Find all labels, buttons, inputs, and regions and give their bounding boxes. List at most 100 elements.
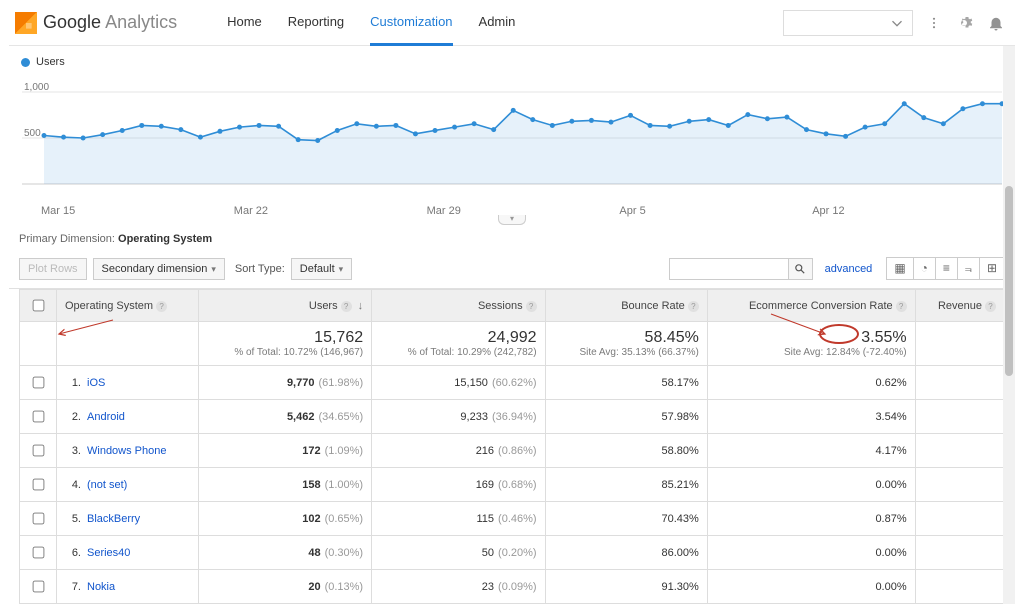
view-bar-icon[interactable]: ≡: [936, 258, 958, 279]
help-icon[interactable]: ?: [985, 301, 996, 312]
row-index: 1.: [65, 377, 81, 389]
row-os-link[interactable]: Windows Phone: [87, 445, 167, 457]
nav-reporting[interactable]: Reporting: [288, 0, 344, 46]
plot-rows-button[interactable]: Plot Rows: [19, 258, 87, 280]
chart-expand-handle[interactable]: ▾: [498, 215, 526, 225]
table-row: 3.Windows Phone172(1.09%)216(0.86%)58.80…: [20, 434, 1005, 468]
top-bar: Google Analytics Home Reporting Customiz…: [9, 0, 1015, 46]
row-os-link[interactable]: Series40: [87, 547, 130, 559]
xtick-2: Mar 22: [234, 205, 427, 217]
table-controls: Plot Rows Secondary dimension Sort Type:…: [9, 249, 1015, 289]
cell-ecomm: 3.54%: [707, 400, 915, 434]
xtick-5: Apr 12: [812, 205, 1005, 217]
ytick-1000: 1,000: [24, 82, 49, 93]
cell-users: 158: [302, 479, 320, 491]
dots-icon[interactable]: [927, 16, 941, 30]
col-os[interactable]: Operating System?: [57, 290, 199, 322]
row-checkbox[interactable]: [33, 479, 45, 491]
gear-icon[interactable]: [955, 14, 973, 32]
xtick-1: Mar 15: [41, 205, 234, 217]
line-chart[interactable]: 1,000 500: [19, 70, 1005, 200]
view-table-icon[interactable]: ▦: [887, 258, 913, 279]
cell-bounce: 86.00%: [545, 536, 707, 570]
cell-sessions: 115: [477, 513, 495, 525]
help-icon[interactable]: ?: [896, 301, 907, 312]
col-bounce[interactable]: Bounce Rate?: [545, 290, 707, 322]
row-checkbox[interactable]: [33, 377, 45, 389]
cell-users-pct: (61.98%): [318, 377, 363, 389]
row-index: 2.: [65, 411, 81, 423]
select-all-checkbox[interactable]: [33, 300, 45, 312]
account-picker[interactable]: [783, 10, 913, 36]
cell-revenue: [915, 468, 1004, 502]
primary-dimension-row: Primary Dimension: Operating System: [9, 225, 1015, 245]
cell-revenue: [915, 502, 1004, 536]
cell-ecomm: 0.87%: [707, 502, 915, 536]
cell-sessions-pct: (0.20%): [498, 547, 537, 559]
cell-bounce: 85.21%: [545, 468, 707, 502]
table-search-input[interactable]: [669, 258, 789, 280]
sort-type-dropdown[interactable]: Default: [291, 258, 352, 280]
cell-ecomm: 0.62%: [707, 366, 915, 400]
row-index: 5.: [65, 513, 81, 525]
table-search-button[interactable]: [789, 258, 813, 280]
summary-users: 15,762% of Total: 10.72% (146,967): [198, 322, 371, 366]
annotation-arrow-ios: [55, 318, 115, 338]
col-revenue[interactable]: Revenue?: [915, 290, 1004, 322]
bell-icon[interactable]: [987, 14, 1005, 32]
cell-sessions-pct: (0.46%): [498, 513, 537, 525]
help-icon[interactable]: ?: [341, 301, 352, 312]
summary-sessions: 24,992% of Total: 10.29% (242,782): [372, 322, 545, 366]
row-checkbox[interactable]: [33, 445, 45, 457]
cell-ecomm: 0.00%: [707, 468, 915, 502]
row-checkbox[interactable]: [33, 411, 45, 423]
table-row: 6.Series4048(0.30%)50(0.20%)86.00%0.00%: [20, 536, 1005, 570]
scrollbar[interactable]: [1003, 46, 1015, 604]
help-icon[interactable]: ?: [688, 301, 699, 312]
help-icon[interactable]: ?: [156, 301, 167, 312]
view-pivot-icon[interactable]: ⊞: [980, 258, 1004, 279]
ga-logo-text: Google Analytics: [43, 12, 177, 33]
legend-users-label: Users: [36, 56, 65, 68]
nav-home[interactable]: Home: [227, 0, 262, 46]
cell-users: 20: [308, 581, 320, 593]
cell-revenue: [915, 400, 1004, 434]
cell-users-pct: (34.65%): [318, 411, 363, 423]
secondary-dimension-dropdown[interactable]: Secondary dimension: [93, 258, 225, 280]
cell-bounce: 58.17%: [545, 366, 707, 400]
cell-users-pct: (0.30%): [325, 547, 364, 559]
row-checkbox[interactable]: [33, 513, 45, 525]
cell-users-pct: (0.13%): [325, 581, 364, 593]
row-checkbox[interactable]: [33, 581, 45, 593]
view-pie-icon[interactable]: ◔: [914, 258, 936, 279]
nav-admin[interactable]: Admin: [479, 0, 516, 46]
cell-users-pct: (0.65%): [325, 513, 364, 525]
nav-customization[interactable]: Customization: [370, 0, 452, 46]
cell-ecomm: 0.00%: [707, 536, 915, 570]
cell-sessions-pct: (60.62%): [492, 377, 537, 389]
col-users[interactable]: Users?↓: [198, 290, 371, 322]
row-index: 7.: [65, 581, 81, 593]
row-os-link[interactable]: Android: [87, 411, 125, 423]
row-checkbox[interactable]: [33, 547, 45, 559]
cell-bounce: 58.80%: [545, 434, 707, 468]
cell-bounce: 70.43%: [545, 502, 707, 536]
advanced-link[interactable]: advanced: [825, 263, 873, 275]
primary-dimension-label: Primary Dimension:: [19, 233, 115, 245]
row-os-link[interactable]: BlackBerry: [87, 513, 140, 525]
annotation-circle-ecomm: [819, 324, 859, 344]
primary-dimension-value: Operating System: [118, 233, 212, 245]
cell-sessions: 50: [482, 547, 494, 559]
row-os-link[interactable]: iOS: [87, 377, 105, 389]
xtick-4: Apr 5: [619, 205, 812, 217]
summary-row: 15,762% of Total: 10.72% (146,967) 24,99…: [20, 322, 1005, 366]
table-row: 2.Android5,462(34.65%)9,233(36.94%)57.98…: [20, 400, 1005, 434]
view-comparison-icon[interactable]: ⫬: [958, 258, 980, 279]
help-icon[interactable]: ?: [526, 301, 537, 312]
col-sessions[interactable]: Sessions?: [372, 290, 545, 322]
row-os-link[interactable]: (not set): [87, 479, 127, 491]
row-os-link[interactable]: Nokia: [87, 581, 115, 593]
sort-type-label: Sort Type:: [235, 263, 285, 275]
cell-sessions: 216: [476, 445, 494, 457]
sort-desc-icon: ↓: [358, 300, 364, 312]
